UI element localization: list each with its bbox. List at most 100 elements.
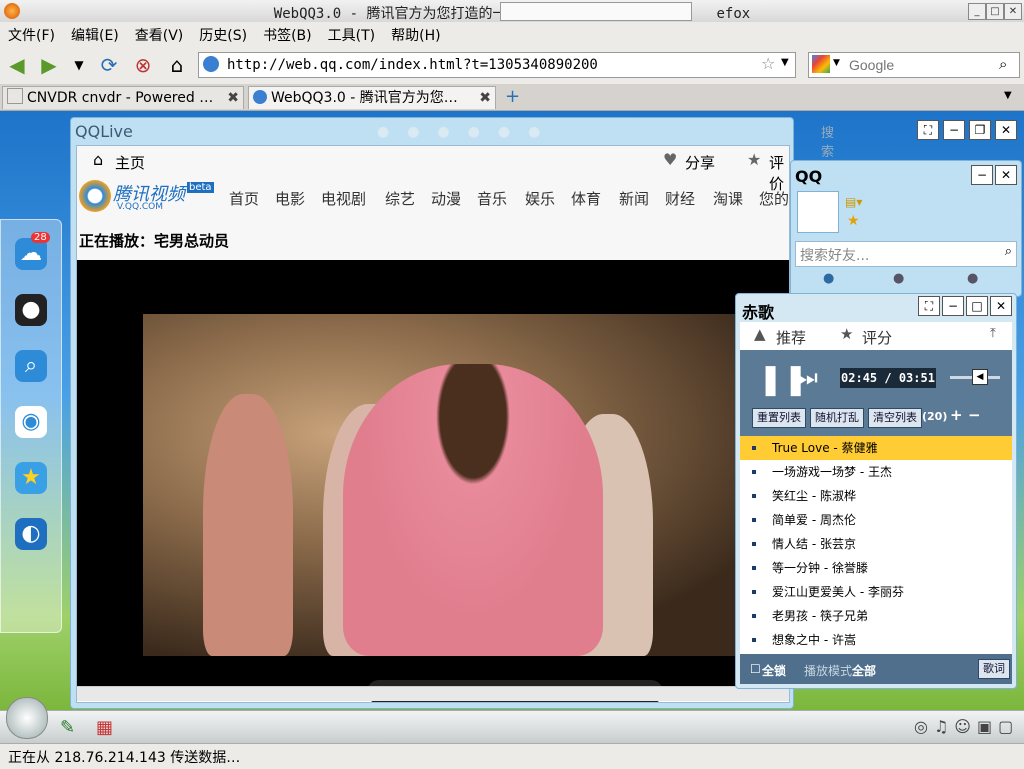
channel-ent[interactable]: 娱乐	[525, 188, 555, 209]
playlist-item[interactable]: 情人结 - 张芸京	[740, 532, 1012, 556]
rate-tab[interactable]: 评分	[862, 327, 892, 348]
group-tab-icon[interactable]: ●	[893, 271, 904, 286]
remove-track-icon[interactable]: −	[968, 406, 981, 424]
search-bar[interactable]: ▼ ⌕	[808, 52, 1020, 78]
minimize-button[interactable]: −	[943, 120, 965, 140]
home-link[interactable]: 主页	[115, 152, 145, 173]
url-bar[interactable]: ☆ ▼	[198, 52, 796, 78]
chat-tab-icon[interactable]: ●	[823, 271, 834, 286]
channel-yours[interactable]: 您的	[759, 188, 789, 209]
close-button[interactable]: ✕	[995, 120, 1017, 140]
menu-tools[interactable]: 工具(T)	[320, 22, 383, 48]
ime-toolbar[interactable]	[500, 2, 692, 21]
tencent-video-logo[interactable]	[79, 180, 111, 212]
tencent-video-icon[interactable]: ◉	[15, 406, 47, 438]
google-engine-icon[interactable]	[812, 55, 830, 73]
menu-history[interactable]: 历史(S)	[191, 22, 255, 48]
qzone-icon[interactable]: ★	[847, 213, 860, 229]
engine-dropdown-icon[interactable]: ▼	[833, 58, 840, 68]
back-arrow-icon[interactable]: ◀	[6, 54, 28, 76]
close-tab-icon[interactable]: ✖	[479, 87, 491, 109]
qq-browser-icon[interactable]: ◐	[15, 518, 47, 550]
maximize-button[interactable]: □	[966, 296, 988, 316]
play-mode-value[interactable]: 全部	[852, 662, 876, 679]
channel-movie[interactable]: 电影	[275, 188, 305, 209]
minimize-button[interactable]: _	[968, 3, 986, 20]
menu-bookmarks[interactable]: 书签(B)	[255, 22, 320, 48]
qzone-star-icon[interactable]: ★	[15, 462, 47, 494]
channel-finance[interactable]: 财经	[665, 188, 695, 209]
close-button[interactable]: ✕	[995, 165, 1017, 185]
reset-list-button[interactable]: 重置列表	[752, 408, 806, 428]
reload-icon[interactable]: ⟳	[98, 54, 120, 76]
playlist-item[interactable]: 爱江山更爱美人 - 李丽芬	[740, 580, 1012, 604]
qq-penguin-icon[interactable]: ●	[15, 294, 47, 326]
qq-search-icon[interactable]: ⌕	[15, 350, 47, 382]
lock-checkbox[interactable]: ☐	[750, 662, 761, 676]
channel-sports[interactable]: 体育	[571, 188, 601, 209]
horizontal-scrollbar[interactable]	[77, 686, 789, 701]
stop-icon[interactable]: ⊗	[132, 54, 154, 76]
channel-news[interactable]: 新闻	[619, 188, 649, 209]
history-dropdown-icon[interactable]: ▼	[68, 54, 90, 76]
close-button[interactable]: ✕	[1004, 3, 1022, 20]
close-button[interactable]: ✕	[990, 296, 1012, 316]
home-icon[interactable]: ⌂	[166, 54, 188, 76]
channel-variety[interactable]: 综艺	[385, 188, 415, 209]
next-track-icon[interactable]: ⏭	[798, 366, 818, 391]
add-track-icon[interactable]: +	[950, 406, 963, 424]
bookmark-star-icon[interactable]: ☆	[761, 54, 775, 73]
channel-home[interactable]: 首页	[229, 188, 259, 209]
playlist-item[interactable]: 简单爱 - 周杰伦	[740, 508, 1012, 532]
playlist-item[interactable]: True Love - 蔡健雅	[740, 436, 1012, 460]
playlist-item[interactable]: 笑红尘 - 陈淑桦	[740, 484, 1012, 508]
url-input[interactable]	[225, 55, 749, 75]
recent-tab-icon[interactable]: ●	[967, 271, 978, 286]
volume-icon[interactable]: ◀	[972, 369, 988, 385]
friend-search-input[interactable]: 搜索好友...	[800, 245, 869, 265]
home-icon[interactable]: ⌂	[93, 150, 103, 169]
start-button[interactable]	[6, 697, 48, 739]
avatar[interactable]	[797, 191, 839, 233]
channel-anime[interactable]: 动漫	[431, 188, 461, 209]
recommend-tab[interactable]: 推荐	[776, 327, 806, 348]
palette-icon[interactable]: ▦	[96, 717, 113, 738]
close-tab-icon[interactable]: ✖	[227, 87, 239, 109]
maximize-button[interactable]: □	[986, 3, 1004, 20]
forward-arrow-icon[interactable]: ▶	[38, 54, 60, 76]
channel-music[interactable]: 音乐	[477, 188, 507, 209]
channel-course[interactable]: 淘课	[713, 188, 743, 209]
video-frame[interactable]	[143, 314, 789, 656]
video-player[interactable]	[77, 260, 789, 702]
tab-list-icon[interactable]: ▼	[1004, 90, 1012, 101]
notepad-icon[interactable]: ✎	[60, 717, 75, 738]
fullscreen-button[interactable]: ⛶	[918, 296, 940, 316]
search-icon[interactable]: ⌕	[1005, 244, 1012, 259]
playlist-item[interactable]: 想象之中 - 许嵩	[740, 628, 1012, 652]
menu-view[interactable]: 查看(V)	[127, 22, 192, 48]
new-tab-icon[interactable]: +	[505, 86, 520, 107]
menu-help[interactable]: 帮助(H)	[383, 22, 448, 48]
menu-file[interactable]: 文件(F)	[0, 22, 63, 48]
minimize-button[interactable]: −	[971, 165, 993, 185]
minimize-button[interactable]: −	[942, 296, 964, 316]
playlist-item[interactable]: 老男孩 - 筷子兄弟	[740, 604, 1012, 628]
share-link[interactable]: 分享	[685, 152, 715, 173]
url-dropdown-icon[interactable]: ▼	[781, 57, 789, 68]
status-icon[interactable]: ▤▾	[845, 195, 862, 209]
playlist-item[interactable]: 等一分钟 - 徐誉滕	[740, 556, 1012, 580]
maximize-button[interactable]: ❐	[969, 120, 991, 140]
clear-list-button[interactable]: 清空列表	[868, 408, 922, 428]
tray-icons[interactable]: ◎♫☺▣▢	[914, 717, 1019, 736]
menu-edit[interactable]: 编辑(E)	[63, 22, 127, 48]
fullscreen-button[interactable]: ⛶	[917, 120, 939, 140]
volume-slider[interactable]: ◀	[950, 369, 1000, 385]
shuffle-button[interactable]: 随机打乱	[810, 408, 864, 428]
pin-top-icon[interactable]: ⤒	[990, 326, 996, 341]
tab-webqq[interactable]: WebQQ3.0 - 腾讯官方为您… ✖	[248, 86, 496, 109]
search-icon[interactable]: ⌕	[999, 55, 1007, 73]
playlist-item[interactable]: 一场游戏一场梦 - 王杰	[740, 460, 1012, 484]
lyrics-button[interactable]: 歌词	[978, 659, 1010, 679]
search-input[interactable]	[847, 55, 1001, 75]
friend-search[interactable]: 搜索好友... ⌕	[795, 241, 1017, 267]
